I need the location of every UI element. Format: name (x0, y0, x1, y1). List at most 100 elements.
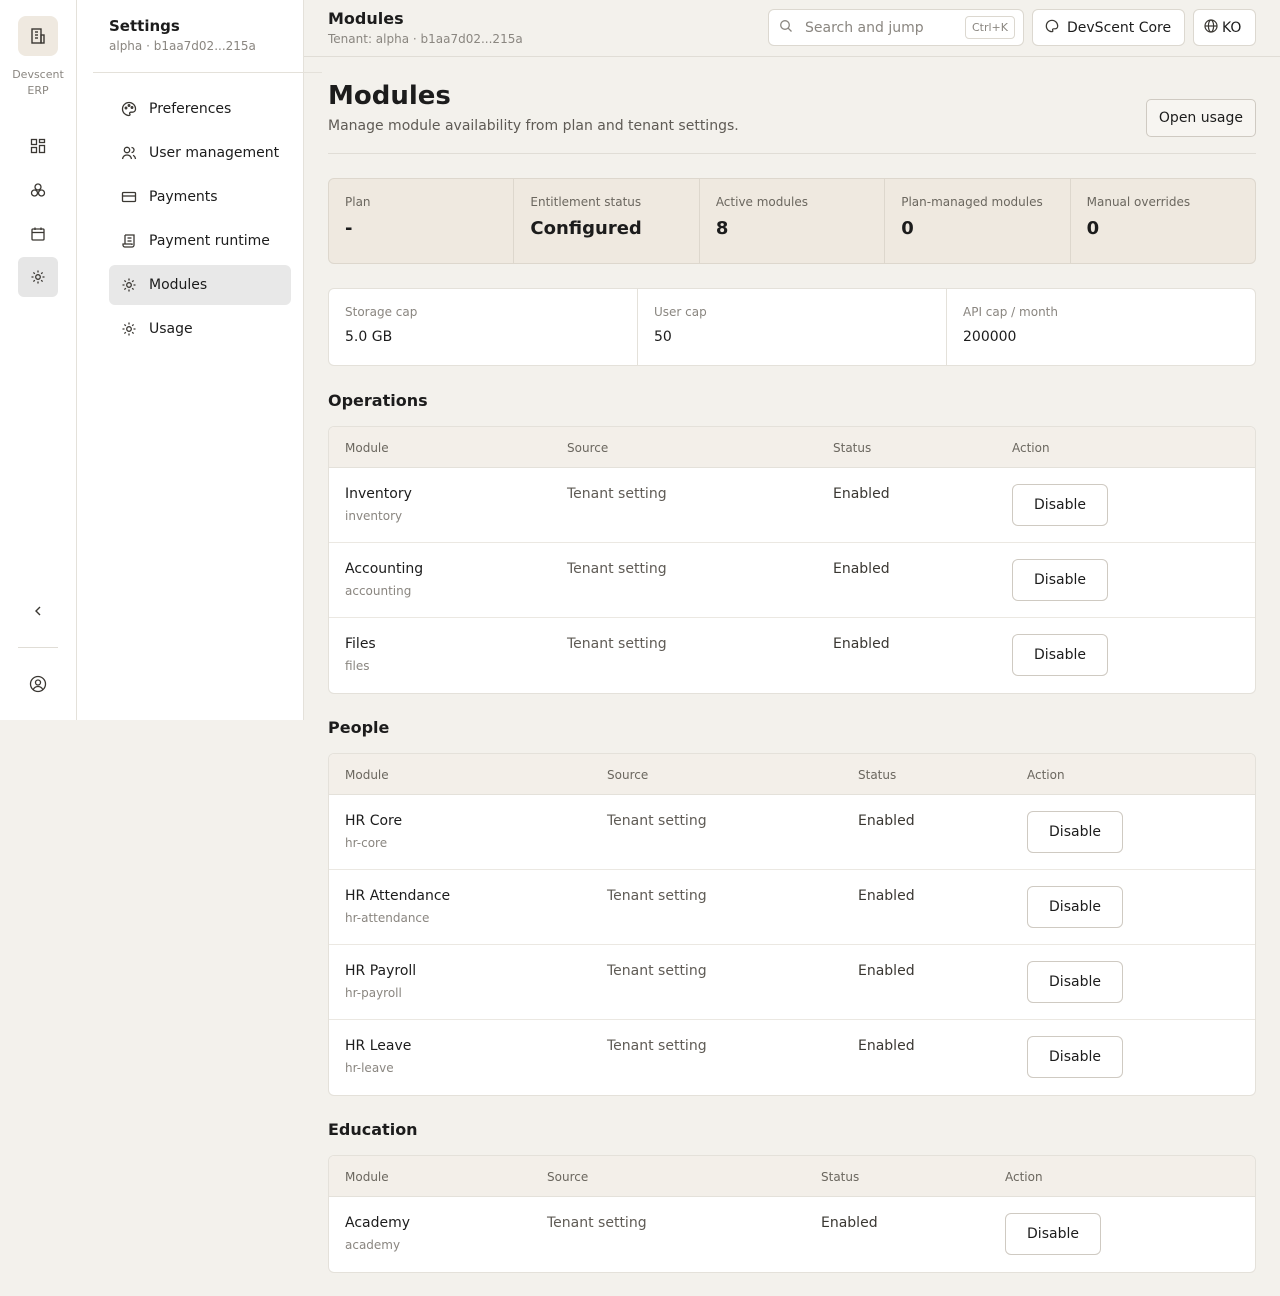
module-status: Enabled (858, 1038, 915, 1054)
palette-icon (121, 101, 137, 117)
table-row: HR Attendance hr-attendance Tenant setti… (329, 870, 1255, 945)
stat-value: 8 (715, 218, 729, 239)
module-key: academy (345, 1238, 401, 1252)
stat-value: - (345, 218, 353, 239)
module-key: hr-attendance (345, 911, 430, 925)
entitlement-stats: Plan - Entitlement status Configured Act… (328, 178, 1256, 264)
sidebar-item-user-management[interactable]: User management (109, 133, 291, 173)
sidebar-subtitle: alpha · b1aa7d02...215a (109, 39, 256, 53)
stat-value: Configured (530, 218, 642, 239)
stat-label: Plan-managed modules (901, 195, 1043, 209)
building-icon[interactable] (18, 16, 58, 56)
topbar-subtitle: Tenant: alpha · b1aa7d02...215a (328, 32, 523, 46)
cap-label: API cap / month (963, 305, 1058, 319)
user-circle-icon[interactable] (18, 664, 58, 704)
module-source: Tenant setting (567, 636, 667, 652)
cap-value: 200000 (963, 329, 1017, 345)
palette-icon (1045, 19, 1059, 37)
module-status: Enabled (833, 561, 890, 577)
module-name: Accounting (345, 561, 424, 577)
disable-button[interactable]: Disable (1012, 559, 1108, 601)
module-source: Tenant setting (547, 1215, 647, 1231)
cap-api: API cap / month 200000 (947, 289, 1255, 365)
disable-button[interactable]: Disable (1027, 886, 1123, 928)
chevron-left-icon[interactable] (18, 591, 58, 631)
users-icon (121, 145, 137, 161)
column-module: Module (345, 768, 389, 782)
sidebar-item-payment-runtime[interactable]: Payment runtime (109, 221, 291, 261)
column-action: Action (1012, 441, 1050, 455)
stat-value: 0 (901, 218, 914, 239)
disable-button[interactable]: Disable (1027, 961, 1123, 1003)
open-usage-button[interactable]: Open usage (1145, 99, 1256, 137)
module-name: HR Core (345, 813, 403, 829)
column-status: Status (858, 768, 897, 782)
stat-entitlement-status: Entitlement status Configured (514, 179, 700, 263)
disable-button[interactable]: Disable (1012, 484, 1108, 526)
module-name: HR Attendance (345, 888, 451, 904)
sidebar-item-modules[interactable]: Modules (109, 265, 291, 305)
grid-icon[interactable] (18, 126, 58, 166)
gear-icon (121, 277, 137, 293)
stat-manual-overrides: Manual overrides 0 (1071, 179, 1255, 263)
receipt-icon (121, 233, 137, 249)
sidebar-item-preferences[interactable]: Preferences (109, 89, 291, 129)
top-bar: Modules Tenant: alpha · b1aa7d02...215a … (304, 0, 1280, 57)
stat-label: Active modules (715, 195, 808, 209)
module-key: hr-payroll (345, 986, 402, 1000)
settings-sidebar: Settings alpha · b1aa7d02...215a Prefere… (77, 0, 322, 720)
app-rail: Devscent ERP (0, 0, 77, 720)
module-name: Inventory (345, 486, 412, 502)
module-source: Tenant setting (567, 486, 667, 502)
globe-icon (1204, 18, 1218, 37)
module-source: Tenant setting (607, 963, 707, 979)
search-box[interactable]: Ctrl+K (768, 9, 1024, 46)
stat-label: Plan (345, 195, 371, 209)
module-key: inventory (345, 509, 403, 523)
table-header: Module Source Status Action (329, 427, 1255, 468)
modules-icon[interactable] (18, 170, 58, 210)
table-row: Files files Tenant setting Enabled Disab… (329, 618, 1255, 693)
sidebar-item-label: User management (149, 145, 280, 161)
module-name: HR Payroll (345, 963, 417, 979)
module-key: files (345, 659, 370, 673)
language-button[interactable]: KO (1193, 9, 1256, 46)
search-shortcut: Ctrl+K (964, 16, 1015, 39)
section-title-operations: Operations (328, 391, 428, 410)
disable-button[interactable]: Disable (1005, 1213, 1101, 1255)
cap-label: User cap (654, 305, 707, 319)
module-source: Tenant setting (607, 1038, 707, 1054)
module-source: Tenant setting (567, 561, 667, 577)
disable-button[interactable]: Disable (1027, 811, 1123, 853)
table-row: HR Payroll hr-payroll Tenant setting Ena… (329, 945, 1255, 1020)
language-label: KO (1222, 19, 1242, 36)
sidebar-item-payments[interactable]: Payments (109, 177, 291, 217)
modules-table-people: Module Source Status Action HR Core hr-c… (328, 753, 1256, 1096)
column-source: Source (607, 768, 649, 782)
module-key: hr-leave (345, 1061, 394, 1075)
gear-icon[interactable] (18, 257, 58, 297)
gear-icon (121, 321, 137, 337)
table-row: Academy academy Tenant setting Enabled D… (329, 1197, 1255, 1272)
module-key: hr-core (345, 836, 388, 850)
section-title-people: People (328, 718, 390, 737)
section-title-education: Education (328, 1120, 418, 1139)
module-key: accounting (345, 584, 412, 598)
search-input[interactable] (805, 19, 955, 36)
table-row: Accounting accounting Tenant setting Ena… (329, 543, 1255, 618)
column-action: Action (1005, 1170, 1043, 1184)
stat-plan: Plan - (329, 179, 515, 263)
module-name: Files (345, 636, 376, 652)
stat-value: 0 (1086, 218, 1100, 239)
column-status: Status (821, 1170, 860, 1184)
calendar-icon[interactable] (18, 214, 58, 254)
workspace-button[interactable]: DevScent Core (1032, 9, 1185, 46)
disable-button[interactable]: Disable (1027, 1036, 1123, 1078)
page-title: Modules (328, 81, 451, 111)
sidebar-item-usage[interactable]: Usage (109, 309, 291, 349)
disable-button[interactable]: Disable (1012, 634, 1108, 676)
sidebar-item-label: Modules (149, 277, 208, 293)
sidebar-item-label: Payment runtime (149, 233, 270, 249)
sidebar-divider (93, 72, 322, 73)
topbar-title: Modules (328, 9, 404, 28)
